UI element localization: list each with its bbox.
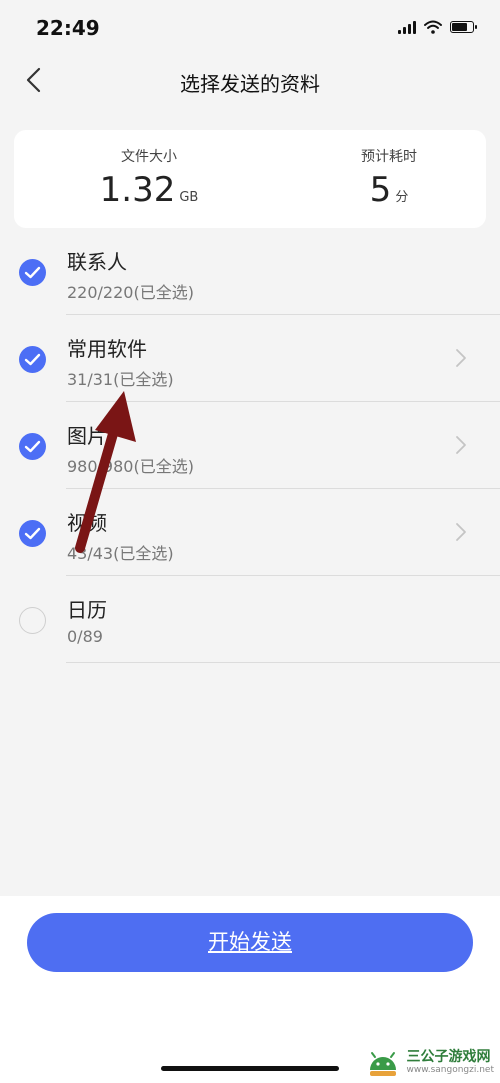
- chevron-right-icon[interactable]: [454, 521, 468, 543]
- summary-card: 文件大小 1.32 GB 预计耗时 5分: [14, 130, 486, 228]
- list-item-title: 联系人: [67, 250, 127, 274]
- checkbox[interactable]: [19, 346, 46, 373]
- watermark-title: 三公子游戏网: [406, 1049, 491, 1066]
- checkbox[interactable]: [19, 520, 46, 547]
- cellular-signal-icon: [398, 20, 416, 34]
- list-item-title: 日历: [67, 598, 107, 622]
- estimated-time-stat: 预计耗时 5分: [334, 146, 444, 210]
- estimated-time-label: 预计耗时: [361, 149, 417, 165]
- android-logo-icon: [370, 1052, 397, 1076]
- checkbox[interactable]: [19, 433, 46, 460]
- file-size-unit: GB: [179, 190, 199, 205]
- checkmark-icon: [24, 440, 41, 453]
- battery-icon: [450, 21, 477, 33]
- file-size-value: 1.32: [99, 170, 176, 210]
- watermark-url: www.sangongzi.net: [406, 1064, 494, 1075]
- list-item-contacts[interactable]: 联系人 220/220(已全选): [0, 228, 500, 315]
- chevron-right-icon[interactable]: [454, 347, 468, 369]
- page-title: 选择发送的资料: [180, 72, 320, 96]
- list-item-title: 常用软件: [67, 337, 147, 361]
- checkmark-icon: [24, 353, 41, 366]
- divider: [66, 662, 500, 663]
- list-item-calendar[interactable]: 日历 0/89: [0, 576, 500, 663]
- checkmark-icon: [24, 266, 41, 279]
- nav-bar: 选择发送的资料: [0, 58, 500, 102]
- checkbox[interactable]: [19, 607, 46, 634]
- list-item-apps[interactable]: 常用软件 31/31(已全选): [0, 315, 500, 402]
- home-indicator[interactable]: [161, 1066, 339, 1071]
- list-item-title: 视频: [67, 511, 107, 535]
- checkbox[interactable]: [19, 259, 46, 286]
- list-item-title: 图片: [67, 424, 107, 448]
- checkmark-icon: [24, 527, 41, 540]
- status-time: 22:49: [36, 16, 100, 40]
- status-icons: [398, 20, 477, 34]
- estimated-time-value: 5: [369, 170, 392, 210]
- file-size-label: 文件大小: [121, 149, 177, 165]
- data-type-list: 联系人 220/220(已全选) 常用软件 31/31(已全选) 图片 980/…: [0, 228, 500, 663]
- battery-level: [452, 23, 467, 31]
- chevron-right-icon[interactable]: [454, 434, 468, 456]
- list-item-photos[interactable]: 图片 980/980(已全选): [0, 402, 500, 489]
- start-send-button[interactable]: 开始发送: [27, 913, 473, 972]
- list-item-count: 220/220(已全选): [67, 283, 194, 302]
- status-bar: 22:49: [0, 0, 500, 60]
- watermark: 三公子游戏网 www.sangongzi.net: [366, 1048, 494, 1078]
- list-item-count: 980/980(已全选): [67, 457, 194, 476]
- list-item-count: 31/31(已全选): [67, 370, 174, 389]
- file-size-stat: 文件大小 1.32 GB: [94, 146, 204, 210]
- list-item-videos[interactable]: 视频 43/43(已全选): [0, 489, 500, 576]
- wifi-icon: [424, 20, 442, 34]
- list-item-count: 0/89: [67, 627, 103, 646]
- list-item-count: 43/43(已全选): [67, 544, 174, 563]
- estimated-time-unit: 分: [395, 190, 409, 205]
